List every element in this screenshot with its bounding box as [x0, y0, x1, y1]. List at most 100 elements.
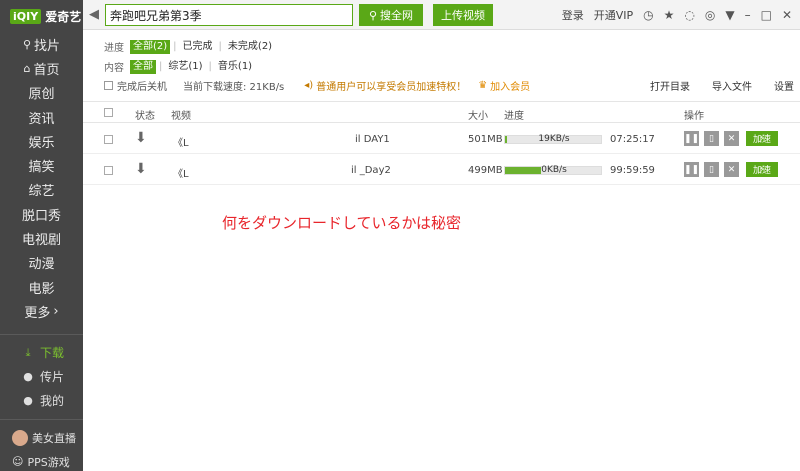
phone-button[interactable]: ▯	[704, 131, 719, 146]
header-video: 视频	[171, 111, 191, 122]
star-icon[interactable]: ★	[664, 8, 675, 22]
header-status: 状态	[135, 111, 155, 122]
nav-item-talkshow[interactable]: 脱口秀	[0, 202, 83, 226]
progress-filter: 进度 全部(2) | 已完成 | 未完成(2)	[104, 38, 794, 55]
sidebar-item-upload[interactable]: ● 传片	[0, 365, 83, 389]
header-action: 操作	[684, 111, 704, 122]
maximize-icon[interactable]: □	[761, 8, 772, 22]
nav-label: 资讯	[28, 111, 55, 127]
shutdown-option[interactable]: 完成后关机	[104, 78, 167, 93]
search-input[interactable]	[105, 4, 353, 26]
filter-content-music[interactable]: 音乐(1)	[215, 60, 255, 74]
message-icon[interactable]: ◌	[684, 8, 694, 22]
open-directory-button[interactable]: 打开目录	[650, 78, 690, 93]
nav-item-funny[interactable]: 搞笑	[0, 153, 83, 177]
nav-item-tv[interactable]: 电视剧	[0, 226, 83, 250]
nav-label: 搞笑	[28, 160, 55, 176]
history-icon[interactable]: ◷	[643, 8, 653, 22]
file-size: 501MB	[468, 134, 503, 145]
time-remaining: 07:25:17	[610, 134, 655, 145]
select-all-checkbox[interactable]	[104, 108, 113, 117]
back-arrow-icon[interactable]: ◀	[89, 7, 103, 22]
download-icon: ⬇	[135, 130, 147, 146]
delete-button[interactable]: ✕	[724, 162, 739, 177]
row-checkbox[interactable]	[104, 135, 113, 144]
table-header: 状态 视频 大小 进度 操作	[83, 101, 800, 123]
time-remaining: 99:59:59	[610, 165, 655, 176]
sidebar-item-live[interactable]: 美女直播	[0, 426, 83, 450]
settings-button[interactable]: 设置	[774, 78, 794, 93]
upload-video-button[interactable]: 上传视频	[433, 4, 493, 26]
filter-label: 内容	[104, 63, 124, 74]
filter-progress-done[interactable]: 已完成	[180, 40, 216, 54]
phone-button[interactable]: ▯	[704, 162, 719, 177]
bottom-label: 美女直播	[32, 431, 76, 445]
nav-item-news[interactable]: 资讯	[0, 105, 83, 129]
filter-progress-pending[interactable]: 未完成(2)	[225, 40, 275, 54]
nav-item-home[interactable]: ⌂ 首页	[0, 56, 83, 80]
import-file-button[interactable]: 导入文件	[712, 78, 752, 93]
vip-link[interactable]: 开通VIP	[594, 7, 633, 23]
shutdown-label: 完成后关机	[117, 81, 167, 93]
nav-item-entertainment[interactable]: 娱乐	[0, 129, 83, 153]
bottom-label: PPS游戏	[27, 455, 70, 469]
search-button-label: 搜全网	[380, 9, 414, 22]
skin-icon[interactable]: ◎	[705, 8, 715, 22]
speaker-icon: ◂)	[304, 79, 314, 91]
login-link[interactable]: 登录	[562, 7, 584, 23]
separator: |	[173, 41, 177, 52]
accelerate-label: 加速	[752, 166, 771, 176]
sidebar-item-download[interactable]: ⤓ 下载	[0, 341, 83, 365]
pause-button[interactable]: ❚❚	[684, 162, 699, 177]
user-icon: ●	[23, 394, 33, 408]
crown-icon: ♛	[478, 79, 488, 91]
divider	[0, 418, 83, 420]
separator: |	[218, 41, 222, 52]
sidebar-item-mine[interactable]: ● 我的	[0, 389, 83, 413]
table-row[interactable]: ⬇ 《L il _Day2 499MB 0KB/s 99:59:59 ❚❚ ▯ …	[83, 155, 800, 185]
download-icon: ⬇	[135, 161, 147, 177]
row-checkbox[interactable]	[104, 166, 113, 175]
menu-icon[interactable]: ▼	[725, 8, 734, 22]
nav-item-find[interactable]: ⚲ 找片	[0, 32, 83, 56]
header-progress: 进度	[504, 111, 524, 122]
nav-item-original[interactable]: 原创	[0, 81, 83, 105]
download-icon: ⤓	[25, 345, 31, 359]
minimize-icon[interactable]: –	[745, 8, 751, 22]
nav-item-variety[interactable]: 综艺	[0, 178, 83, 202]
accelerate-button[interactable]: ⚡ 加速	[746, 162, 778, 177]
sub-label: 传片	[40, 370, 65, 385]
nav-label: 首页	[33, 62, 60, 78]
pause-button[interactable]: ❚❚	[684, 131, 699, 146]
table-row[interactable]: ⬇ 《L il DAY1 501MB 19KB/s 07:25:17 ❚❚ ▯ …	[83, 124, 800, 154]
nav-item-anime[interactable]: 动漫	[0, 251, 83, 275]
sidebar: iQIY 爱奇艺 ⚲ 找片 ⌂ 首页 原创 资讯 娱乐 搞笑 综艺 脱口秀 电视剧 …	[0, 0, 83, 471]
main-nav: ⚲ 找片 ⌂ 首页 原创 资讯 娱乐 搞笑 综艺 脱口秀 电视剧 动漫 电影 更多 ›	[0, 32, 83, 324]
logo[interactable]: iQIY 爱奇艺	[0, 0, 83, 32]
upload-icon: ●	[23, 370, 33, 384]
search-button[interactable]: ⚲ 搜全网	[359, 4, 423, 26]
promo-text: ◂) 普通用户可以享受会员加速特权！	[304, 78, 466, 93]
nav-item-more[interactable]: 更多 ›	[0, 299, 83, 323]
delete-button[interactable]: ✕	[724, 131, 739, 146]
close-icon[interactable]: ✕	[782, 8, 792, 22]
logo-mark: iQIY	[10, 8, 42, 24]
progress-bar: 0KB/s	[504, 165, 602, 175]
top-right-controls: 登录 开通VIP ◷ ★ ◌ ◎ ▼ – □ ✕	[562, 0, 792, 30]
join-label: 加入会员	[490, 81, 531, 93]
filter-content-all[interactable]: 全部	[130, 59, 156, 74]
nav-label: 电影	[28, 281, 55, 297]
shutdown-checkbox[interactable]	[104, 80, 113, 90]
accelerate-label: 加速	[752, 135, 771, 145]
separator: |	[208, 61, 212, 72]
nav-item-movie[interactable]: 电影	[0, 275, 83, 299]
accelerate-button[interactable]: ⚡ 加速	[746, 131, 778, 146]
separator: |	[159, 61, 163, 72]
filter-content-variety[interactable]: 综艺(1)	[165, 60, 205, 74]
video-title-prefix: 《L	[173, 138, 189, 149]
sidebar-item-pps[interactable]: ☺ PPS游戏	[0, 450, 83, 471]
filter-progress-all[interactable]: 全部(2)	[130, 39, 171, 54]
video-title-prefix: 《L	[173, 169, 189, 180]
join-vip-link[interactable]: ♛ 加入会员	[478, 78, 530, 93]
filter-label: 进度	[104, 43, 124, 54]
